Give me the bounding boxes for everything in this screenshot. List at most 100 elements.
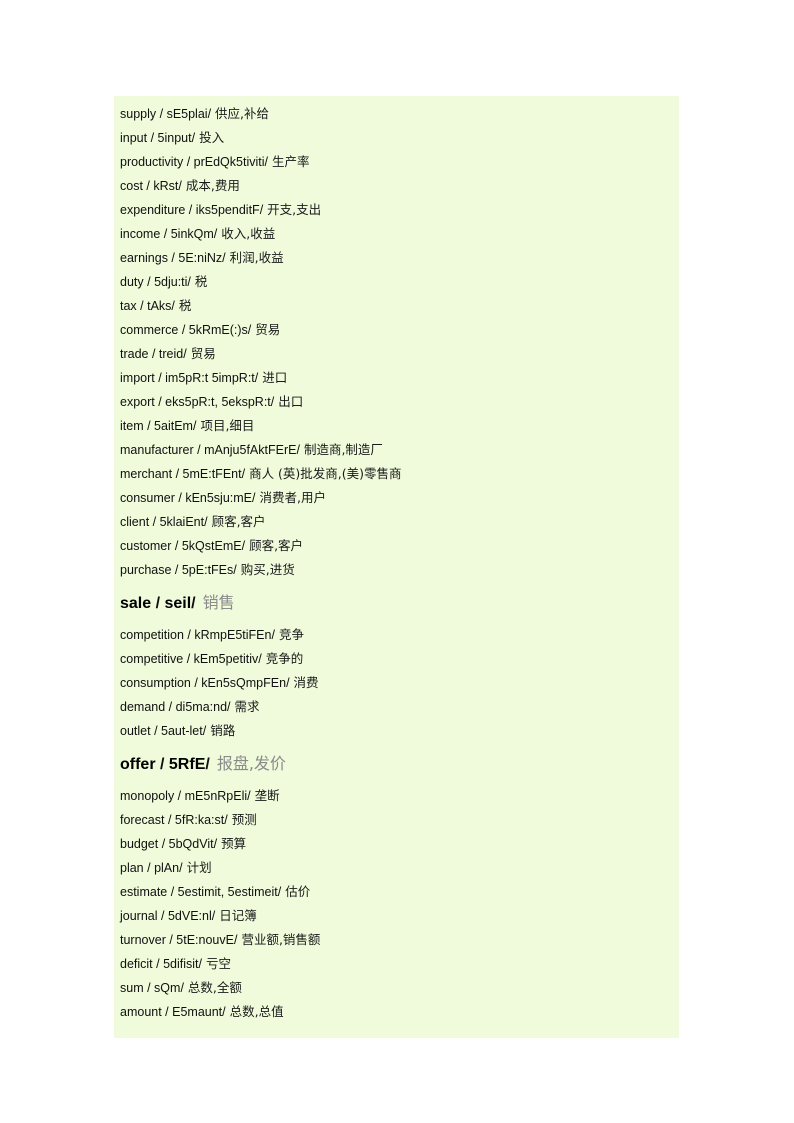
entry-separator: /	[142, 179, 154, 193]
entry-term: sale	[120, 595, 152, 612]
entry-separator: /	[154, 371, 166, 385]
entry-separator: /	[167, 885, 178, 899]
entry-phonetic-close: /	[241, 467, 246, 481]
entry-gloss: 总数,总值	[229, 1004, 284, 1019]
entry-phonetic: kEn5sQmpFEn	[201, 676, 287, 690]
vocabulary-entry: deficit / 5difisit/ 亏空	[114, 952, 679, 976]
entry-gloss: 营业额,销售额	[241, 932, 321, 947]
entry-gloss: 预算	[221, 836, 247, 851]
entry-gloss: 贸易	[255, 322, 281, 337]
entry-separator: /	[172, 467, 183, 481]
vocabulary-entry: customer / 5kQstEmE/顾客,客户	[114, 534, 679, 558]
entry-term: estimate	[120, 885, 168, 899]
entry-gloss: 项目,细目	[200, 418, 255, 433]
vocabulary-entry: demand / di5ma:nd/需求	[114, 695, 679, 719]
entry-phonetic: 5E:niNz	[178, 251, 223, 265]
entry-term: sum	[120, 981, 144, 995]
entry-gloss: 需求	[234, 699, 260, 714]
entry-phonetic-close: /	[286, 676, 290, 690]
entry-separator: /	[150, 724, 162, 738]
vocabulary-entry: merchant / 5mE:tFEnt/商人 (英)批发商,(美)零售商	[114, 462, 679, 486]
vocabulary-entry: earnings / 5E:niNz/利润,收益	[114, 246, 679, 270]
entry-term: consumer	[120, 491, 175, 505]
entry-separator: /	[174, 789, 185, 803]
entry-phonetic-close: /	[233, 933, 238, 947]
entry-separator: /	[167, 251, 179, 265]
entry-term: productivity	[120, 155, 184, 169]
entry-gloss: 亏空	[206, 956, 232, 971]
entry-phonetic-close: /	[213, 227, 218, 241]
entry-phonetic: prEdQk5tiviti	[193, 155, 265, 169]
vocabulary-entry: sum / sQm/总数,全额	[114, 976, 679, 1000]
entry-phonetic: 5pE:tFEs	[181, 563, 234, 577]
entry-phonetic: 5kRmE(:)s	[188, 323, 248, 337]
vocabulary-entry: budget / 5bQdVit/预算	[114, 832, 679, 856]
entry-phonetic: 5tE:nouvE	[176, 933, 234, 947]
vocabulary-entry: commerce / 5kRmE(:)s/贸易	[114, 318, 679, 342]
entry-phonetic-close: /	[211, 909, 216, 923]
entry-gloss: 商人 (英)批发商,(美)零售商	[249, 466, 402, 481]
entry-separator: /	[183, 628, 195, 642]
entry-phonetic: 5estimit, 5estimeit	[177, 885, 278, 899]
entry-gloss: 制造商,制造厂	[303, 442, 383, 457]
entry-phonetic: kEm5petitiv	[193, 652, 259, 666]
entry-term: competition	[120, 628, 184, 642]
entry-separator: /	[147, 131, 158, 145]
entry-gloss: 预测	[231, 812, 257, 827]
entry-separator: /	[161, 1005, 173, 1019]
entry-term: plan	[120, 861, 144, 875]
entry-gloss: 垄断	[254, 788, 280, 803]
entry-gloss: 购买,进货	[240, 562, 295, 577]
entry-term: budget	[120, 837, 159, 851]
entry-term: purchase	[120, 563, 172, 577]
entry-phonetic: 5mE:tFEnt	[182, 467, 242, 481]
entry-phonetic: sE5plai	[166, 107, 208, 121]
entry-separator: /	[171, 563, 182, 577]
entry-phonetic-close: /	[178, 179, 182, 193]
vocabulary-entry: item / 5aitEm/项目,细目	[114, 414, 679, 438]
entry-term: merchant	[120, 467, 173, 481]
entry-gloss: 消费	[293, 675, 319, 690]
vocabulary-entry: tax / tAks/税	[114, 294, 679, 318]
vocabulary-entry: forecast / 5fR:ka:st/预测	[114, 808, 679, 832]
entry-term: export	[120, 395, 155, 409]
vocabulary-entry: cost / kRst/成本,费用	[114, 174, 679, 198]
entry-phonetic: 5difisit	[163, 957, 199, 971]
entry-gloss: 竞争的	[265, 651, 304, 666]
entry-phonetic-close: /	[259, 203, 264, 217]
entry-separator: /	[190, 676, 202, 690]
entry-phonetic: eks5pR:t, 5ekspR:t	[165, 395, 271, 409]
entry-gloss: 销售	[202, 593, 235, 612]
entry-phonetic: tAks	[147, 299, 172, 313]
entry-separator: /	[148, 347, 159, 361]
entry-phonetic: 5fR:ka:st	[174, 813, 225, 827]
entry-phonetic-close: /	[198, 957, 202, 971]
entry-gloss: 税	[178, 298, 192, 313]
vocabulary-heading-entry: offer / 5RfE/ 报盘,发价	[114, 747, 679, 782]
entry-term: income	[120, 227, 161, 241]
entry-term: amount	[120, 1005, 162, 1019]
entry-phonetic-close: /	[264, 155, 268, 169]
entry-term: demand	[120, 700, 166, 714]
vocabulary-entry: journal / 5dVE:nl/日记簿	[114, 904, 679, 928]
entry-separator: /	[152, 957, 164, 971]
entry-phonetic-close: /	[270, 395, 275, 409]
entry-gloss: 顾客,客户	[211, 514, 266, 529]
entry-separator: /	[155, 756, 169, 773]
vocabulary-entry: competitive / kEm5petitiv/竞争的	[114, 647, 679, 671]
vocabulary-entry: manufacturer / mAnju5fAktFErE/制造商,制造厂	[114, 438, 679, 462]
entry-separator: /	[149, 515, 160, 529]
entry-phonetic-close: /	[191, 131, 196, 145]
entry-phonetic-close: /	[179, 861, 183, 875]
entry-phonetic-close: /	[192, 419, 197, 433]
entry-gloss: 生产率	[272, 154, 310, 169]
vocabulary-entry: input / 5input/投入	[114, 126, 679, 150]
entry-phonetic: plAn	[154, 861, 180, 875]
entry-phonetic: 5bQdVit	[168, 837, 214, 851]
entry-phonetic-close: /	[180, 981, 184, 995]
entry-gloss: 出口	[278, 394, 304, 409]
vocabulary-entry: consumer / kEn5sju:mE/消费者,用户	[114, 486, 679, 510]
entry-phonetic-close: /	[202, 724, 207, 738]
vocabulary-entry: export / eks5pR:t, 5ekspR:t/出口	[114, 390, 679, 414]
entry-phonetic: E5maunt	[172, 1005, 223, 1019]
